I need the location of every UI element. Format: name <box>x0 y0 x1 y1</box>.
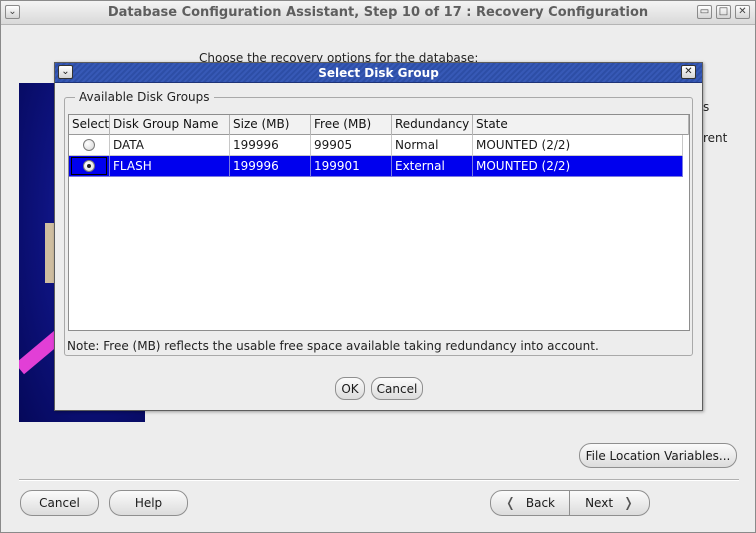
footer-separator <box>19 479 739 481</box>
redundancy-cell: Normal <box>392 135 473 156</box>
dialog-cancel-button[interactable]: Cancel <box>371 377 423 400</box>
column-header-redundancy[interactable]: Redundancy <box>392 115 473 135</box>
next-button[interactable]: Next ❭ <box>570 490 650 516</box>
table-header: Select Disk Group Name Size (MB) Free (M… <box>69 115 689 135</box>
table-header-corner <box>689 115 690 135</box>
chevron-left-icon: ❬ <box>504 495 516 511</box>
select-cell[interactable] <box>69 156 110 177</box>
select-radio-flash[interactable] <box>83 160 95 172</box>
file-location-variables-button[interactable]: File Location Variables... <box>579 443 737 468</box>
help-button[interactable]: Help <box>109 490 188 516</box>
back-label: Back <box>525 496 556 510</box>
maximize-icon[interactable]: □ <box>716 5 731 19</box>
ok-button[interactable]: OK <box>335 377 365 400</box>
dialog-titlebar: ⌄ Select Disk Group ✕ <box>55 63 702 83</box>
main-titlebar: ⌄ Database Configuration Assistant, Step… <box>1 1 755 25</box>
free-space-note: Note: Free (MB) reflects the usable free… <box>67 339 599 353</box>
column-header-select[interactable]: Select <box>69 115 110 135</box>
free-cell: 199901 <box>311 156 392 177</box>
column-header-state[interactable]: State <box>473 115 689 135</box>
column-header-disk-group-name[interactable]: Disk Group Name <box>110 115 230 135</box>
column-header-size[interactable]: Size (MB) <box>230 115 311 135</box>
frame-legend: Available Disk Groups <box>75 90 214 104</box>
partial-label: rent <box>703 131 728 145</box>
column-header-free[interactable]: Free (MB) <box>311 115 392 135</box>
available-disk-groups-frame: Available Disk Groups Select Disk Group … <box>64 90 693 356</box>
select-disk-group-dialog: ⌄ Select Disk Group ✕ Available Disk Gro… <box>54 62 703 411</box>
back-button[interactable]: ❬ Back <box>490 490 570 516</box>
cancel-button[interactable]: Cancel <box>20 490 99 516</box>
next-label: Next <box>585 496 614 510</box>
window-title: Database Configuration Assistant, Step 1… <box>107 5 649 20</box>
minimize-icon[interactable]: ▭ <box>697 5 712 19</box>
partial-label: s <box>703 100 710 114</box>
select-cell[interactable] <box>69 135 110 156</box>
disk-group-name-cell: DATA <box>110 135 230 156</box>
table-row[interactable]: DATA 199996 99905 Normal MOUNTED (2/2) <box>69 135 683 156</box>
free-cell: 99905 <box>311 135 392 156</box>
state-cell: MOUNTED (2/2) <box>473 156 683 177</box>
dialog-close-icon[interactable]: ✕ <box>681 65 696 79</box>
chevron-right-icon: ❭ <box>623 495 634 511</box>
close-icon[interactable]: ✕ <box>735 5 750 19</box>
disk-group-name-cell: FLASH <box>110 156 230 177</box>
redundancy-cell: External <box>392 156 473 177</box>
size-cell: 199996 <box>230 135 311 156</box>
select-radio-data[interactable] <box>83 139 95 151</box>
dialog-title: Select Disk Group <box>318 66 439 80</box>
size-cell: 199996 <box>230 156 311 177</box>
state-cell: MOUNTED (2/2) <box>473 135 683 156</box>
disk-group-table: Select Disk Group Name Size (MB) Free (M… <box>68 114 690 331</box>
table-row[interactable]: FLASH 199996 199901 External MOUNTED (2/… <box>69 156 683 177</box>
